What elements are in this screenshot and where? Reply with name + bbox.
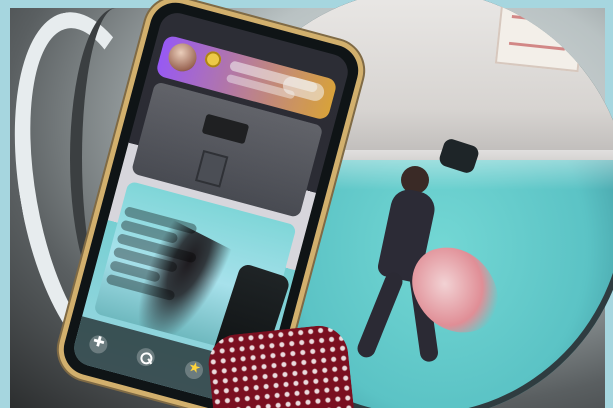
diver-leg-left [354, 269, 406, 361]
viewer-pill-blurred [280, 74, 327, 103]
wall-sign [494, 0, 586, 73]
star-icon[interactable] [182, 358, 205, 381]
coin-icon [203, 49, 223, 70]
frame-left [0, 0, 10, 408]
search-icon[interactable] [134, 346, 158, 369]
polka-dot-fabric [205, 322, 355, 408]
gift-icon[interactable] [87, 333, 110, 356]
streamer-avatar [165, 40, 200, 75]
photo [0, 0, 613, 408]
